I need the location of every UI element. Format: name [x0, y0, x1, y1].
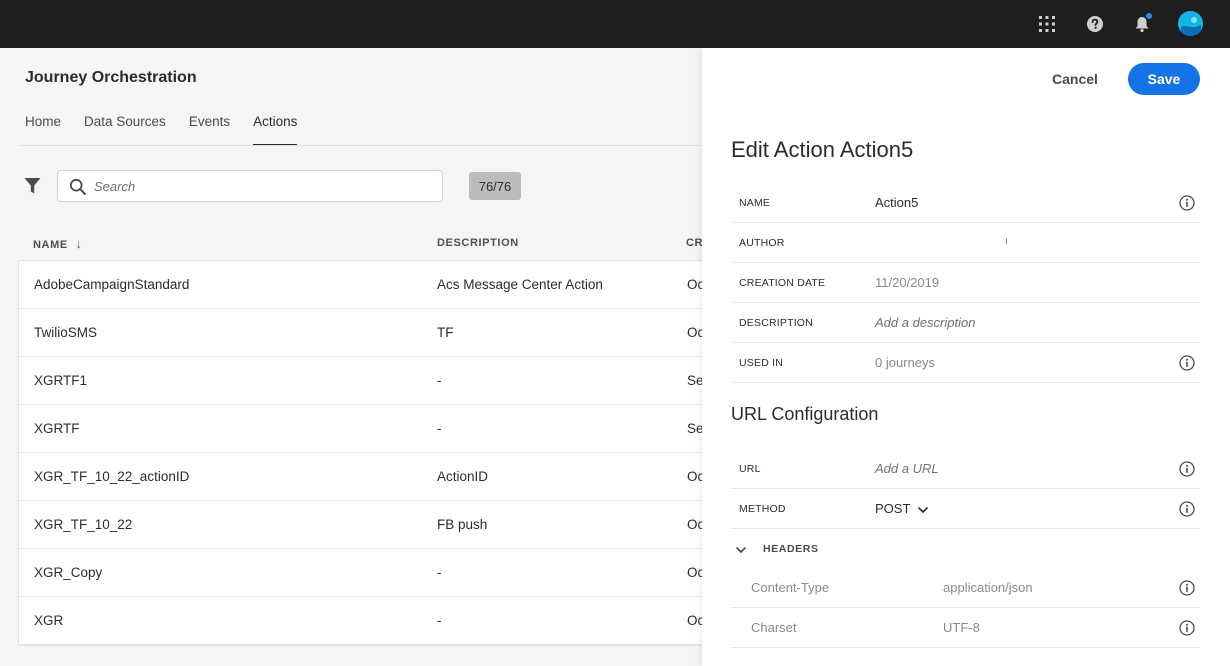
tabs-divider	[18, 145, 718, 146]
chevron-down-icon[interactable]	[917, 503, 929, 515]
field-label: DESCRIPTION	[739, 317, 813, 329]
header-value: application/json	[943, 580, 1033, 595]
table-row[interactable]: XGR_TF_10_22 FB push Oc	[19, 501, 718, 549]
table-row[interactable]: XGR_TF_10_22_actionID ActionID Oc	[19, 453, 718, 501]
filter-icon[interactable]	[24, 177, 41, 195]
cell-description: -	[437, 613, 442, 628]
field-creation-date: CREATION DATE 11/20/2019	[731, 263, 1200, 303]
cell-description: ActionID	[437, 469, 489, 484]
info-icon[interactable]	[1179, 461, 1195, 477]
name-input[interactable]: Action5	[875, 195, 918, 210]
apps-grid-icon[interactable]	[1035, 12, 1059, 36]
tab-events[interactable]: Events	[189, 104, 230, 146]
tab-data-sources[interactable]: Data Sources	[84, 104, 166, 146]
column-header-description[interactable]: DESCRIPTION	[437, 237, 519, 249]
actions-table: AdobeCampaignStandard Acs Message Center…	[18, 260, 718, 646]
table-row[interactable]: XGRTF1 - Se	[19, 357, 718, 405]
field-label: CREATION DATE	[739, 277, 826, 289]
panel-title: Edit Action Action5	[731, 137, 914, 162]
column-header-name[interactable]: NAME ↓	[33, 237, 82, 251]
cell-description: -	[437, 421, 442, 436]
url-configuration-title: URL Configuration	[731, 404, 879, 424]
header-key: Charset	[751, 620, 797, 635]
field-name: NAME Action5	[731, 183, 1200, 223]
field-method: METHOD POST	[731, 489, 1200, 529]
cell-description: FB push	[437, 517, 488, 532]
tab-actions[interactable]: Actions	[253, 104, 298, 146]
description-input[interactable]: Add a description	[875, 315, 975, 330]
cell-description: -	[437, 565, 442, 580]
search-icon	[69, 178, 87, 196]
info-icon[interactable]	[1179, 195, 1195, 211]
cell-name: TwilioSMS	[34, 325, 98, 340]
field-label: NAME	[739, 197, 771, 209]
cell-name: AdobeCampaignStandard	[34, 277, 190, 292]
cell-description: -	[437, 373, 442, 388]
cancel-button[interactable]: Cancel	[1040, 63, 1110, 95]
field-label: URL	[739, 463, 761, 475]
header-key: Content-Type	[751, 580, 830, 595]
table-row[interactable]: XGRTF - Se	[19, 405, 718, 453]
cell-description: TF	[437, 325, 454, 340]
creation-date-value: 11/20/2019	[875, 275, 940, 290]
field-label: METHOD	[739, 503, 786, 515]
table-row[interactable]: XGR_Copy - Oc	[19, 549, 718, 597]
field-url: URL Add a URL	[731, 449, 1200, 489]
cell-name: XGR_TF_10_22	[34, 517, 133, 532]
cell-description: Acs Message Center Action	[437, 277, 603, 292]
field-author: AUTHOR ı	[731, 223, 1200, 263]
table-row[interactable]: AdobeCampaignStandard Acs Message Center…	[19, 261, 718, 309]
cell-name: XGR_TF_10_22_actionID	[34, 469, 190, 484]
url-input[interactable]: Add a URL	[875, 461, 939, 476]
table-row[interactable]: XGR - Oc	[19, 597, 718, 645]
author-value: ı	[1005, 236, 1008, 247]
save-button[interactable]: Save	[1128, 63, 1200, 95]
field-label: AUTHOR	[739, 237, 785, 249]
info-icon[interactable]	[1179, 355, 1195, 371]
cell-name: XGRTF	[34, 421, 80, 436]
sort-descending-icon[interactable]: ↓	[76, 237, 83, 251]
table-row[interactable]: TwilioSMS TF Oc	[19, 309, 718, 357]
tab-home[interactable]: Home	[25, 104, 61, 146]
header-row-content-type: Content-Type application/json	[731, 568, 1200, 608]
search-input[interactable]	[94, 172, 434, 200]
field-label: USED IN	[739, 357, 783, 369]
cell-name: XGRTF1	[34, 373, 88, 388]
info-icon[interactable]	[1179, 620, 1195, 636]
headers-toggle[interactable]: HEADERS	[731, 528, 1200, 568]
field-used-in: USED IN 0 journeys	[731, 343, 1200, 383]
search-box	[57, 170, 443, 202]
shell-topbar	[0, 0, 1230, 48]
notification-dot	[1145, 12, 1153, 20]
header-value: UTF-8	[943, 620, 980, 635]
notification-bell-icon[interactable]	[1130, 12, 1154, 36]
result-count-badge: 76/76	[469, 172, 521, 200]
used-in-value: 0 journeys	[875, 355, 935, 370]
user-avatar[interactable]	[1178, 11, 1203, 36]
chevron-down-icon[interactable]	[735, 543, 747, 555]
main-tabs: Home Data Sources Events Actions	[25, 104, 320, 146]
header-row-charset: Charset UTF-8	[731, 608, 1200, 648]
cell-name: XGR	[34, 613, 64, 628]
help-icon[interactable]	[1083, 12, 1107, 36]
column-header-created[interactable]: CR	[686, 237, 702, 249]
cell-name: XGR_Copy	[34, 565, 103, 580]
field-description: DESCRIPTION Add a description	[731, 303, 1200, 343]
method-dropdown[interactable]: POST	[875, 501, 910, 516]
app-title: Journey Orchestration	[25, 69, 197, 86]
info-icon[interactable]	[1179, 580, 1195, 596]
headers-label: HEADERS	[763, 543, 819, 555]
info-icon[interactable]	[1179, 501, 1195, 517]
